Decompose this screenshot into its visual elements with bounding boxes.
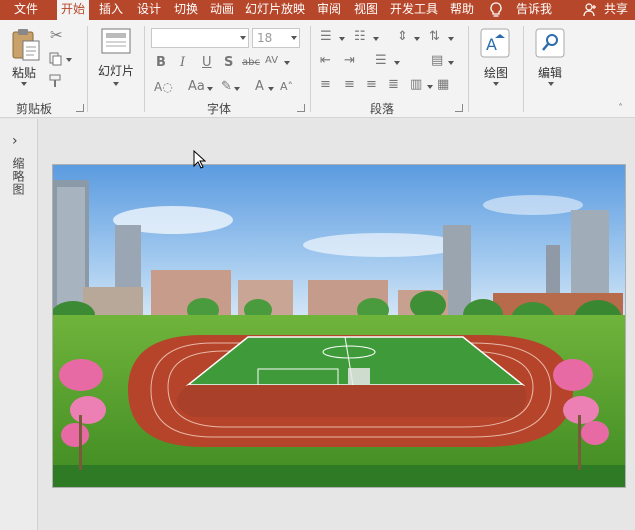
change-case-icon[interactable]: Aa [188, 80, 205, 94]
thumbnails-label[interactable]: 缩略图 [10, 157, 27, 196]
format-painter-icon[interactable] [49, 74, 65, 88]
collapse-ribbon-icon[interactable]: ˄ [618, 102, 623, 116]
tab-transitions[interactable]: 切换 [170, 0, 202, 20]
align-text-dropdown-arrow[interactable] [394, 61, 400, 65]
bold-icon[interactable]: B [156, 56, 166, 70]
align-center-icon[interactable]: ≡ [344, 78, 355, 92]
strikethrough-icon[interactable]: abc [242, 56, 260, 70]
cut-icon[interactable]: ✂ [50, 28, 63, 43]
copy-dropdown-arrow[interactable] [66, 58, 72, 62]
editing-dropdown-arrow[interactable] [548, 82, 554, 86]
columns-dropdown-arrow[interactable] [427, 85, 433, 89]
highlight-dropdown-arrow[interactable] [234, 87, 240, 91]
new-slide-button[interactable]: 幻灯片 [98, 62, 134, 79]
font-dialog-launcher[interactable] [297, 104, 305, 112]
change-case-dropdown-arrow[interactable] [207, 87, 213, 91]
font-group-label: 字体 [207, 102, 232, 116]
font-size-value: 18 [257, 31, 273, 45]
editing-button[interactable]: 编辑 [538, 64, 562, 81]
new-slide-dropdown-arrow[interactable] [113, 82, 119, 86]
ribbon-home: 粘贴 ✂ 剪贴板 幻灯片 18 B I U S abc AV A◌ Aa ✎ A… [0, 20, 635, 118]
numbering-dropdown-arrow[interactable] [373, 37, 379, 41]
font-name-box[interactable] [151, 28, 249, 48]
paragraph-dialog-launcher[interactable] [455, 104, 463, 112]
expand-thumbnails-chevron-icon[interactable]: › [12, 133, 18, 149]
paste-button[interactable]: 粘贴 [12, 64, 36, 81]
ribbon-separator [310, 26, 311, 112]
clear-formatting-icon[interactable]: A◌ [154, 80, 173, 94]
lightbulb-icon[interactable] [489, 2, 503, 18]
line-spacing-dropdown-arrow[interactable] [414, 37, 420, 41]
new-slide-icon[interactable] [101, 28, 131, 54]
convert-smartart-icon[interactable]: ▦ [437, 78, 449, 92]
line-spacing-icon[interactable]: ⇕ [397, 30, 408, 44]
font-color-icon[interactable]: A [255, 80, 264, 94]
underline-icon[interactable]: U [202, 56, 212, 70]
share-button[interactable]: 共享 [600, 0, 632, 20]
align-right-icon[interactable]: ≡ [366, 78, 377, 92]
mouse-cursor-icon [193, 150, 207, 169]
tell-me-search[interactable]: 告诉我 [512, 0, 556, 20]
character-spacing-dropdown-arrow[interactable] [284, 61, 290, 65]
columns-icon[interactable]: ▥ [410, 78, 422, 92]
decrease-indent-icon[interactable]: ⇤ [320, 54, 331, 68]
tab-review[interactable]: 审阅 [313, 0, 345, 20]
tab-design[interactable]: 设计 [133, 0, 165, 20]
smartart-icon[interactable]: ▤ [431, 54, 443, 68]
font-size-dropdown-arrow[interactable] [291, 36, 297, 40]
ribbon-tab-bar: 文件 开始 插入 设计 切换 动画 幻灯片放映 审阅 视图 开发工具 帮助 告诉… [0, 0, 635, 20]
character-spacing-icon[interactable]: AV [265, 54, 278, 68]
bullets-icon[interactable]: ☰ [320, 30, 332, 44]
paste-dropdown-arrow[interactable] [21, 82, 27, 86]
align-text-icon[interactable]: ☰ [375, 54, 387, 68]
share-person-icon[interactable] [583, 3, 597, 17]
bullets-dropdown-arrow[interactable] [339, 37, 345, 41]
ribbon-separator [87, 26, 88, 112]
align-left-icon[interactable]: ≡ [320, 78, 331, 92]
editing-search-icon[interactable] [535, 28, 565, 58]
paragraph-group-label: 段落 [370, 102, 395, 116]
tab-insert[interactable]: 插入 [95, 0, 127, 20]
copy-icon[interactable] [49, 52, 63, 66]
shadow-icon[interactable]: S [224, 56, 233, 70]
drawing-button[interactable]: 绘图 [484, 64, 508, 81]
tab-view[interactable]: 视图 [350, 0, 382, 20]
stadium-picture[interactable] [53, 165, 626, 488]
numbering-icon[interactable]: ☷ [354, 30, 366, 44]
tab-animations[interactable]: 动画 [206, 0, 238, 20]
drawing-shapes-icon[interactable]: A [480, 28, 510, 58]
grow-font-icon[interactable]: A˄ [280, 80, 293, 94]
italic-icon[interactable]: I [180, 56, 185, 70]
text-direction-dropdown-arrow[interactable] [448, 37, 454, 41]
ribbon-separator [523, 26, 524, 112]
thumbnail-pane-collapsed: › 缩略图 [0, 119, 38, 530]
smartart-dropdown-arrow[interactable] [448, 61, 454, 65]
clipboard-group-label: 剪贴板 [16, 102, 53, 116]
paste-icon[interactable] [10, 28, 42, 62]
text-direction-icon[interactable]: ⇅ [429, 30, 440, 44]
tab-developer[interactable]: 开发工具 [386, 0, 442, 20]
tab-help[interactable]: 帮助 [446, 0, 478, 20]
clipboard-dialog-launcher[interactable] [76, 104, 84, 112]
ribbon-separator [144, 26, 145, 112]
highlight-icon[interactable]: ✎ [221, 80, 232, 94]
ribbon-separator [468, 26, 469, 112]
drawing-dropdown-arrow[interactable] [493, 82, 499, 86]
justify-icon[interactable]: ≣ [388, 78, 399, 92]
tab-home[interactable]: 开始 [57, 0, 89, 20]
slide[interactable] [52, 164, 626, 488]
font-color-dropdown-arrow[interactable] [268, 87, 274, 91]
font-name-dropdown-arrow[interactable] [240, 36, 246, 40]
increase-indent-icon[interactable]: ⇥ [344, 54, 355, 68]
tab-slideshow[interactable]: 幻灯片放映 [242, 0, 308, 20]
tab-file[interactable]: 文件 [0, 0, 52, 20]
